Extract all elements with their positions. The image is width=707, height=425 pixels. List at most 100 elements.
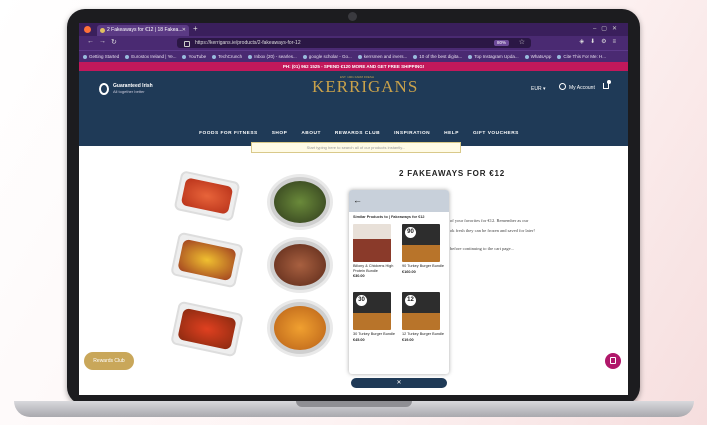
bookmark-item[interactable]: Eurostox Ireland | Ye... bbox=[125, 54, 176, 59]
product-name: 12 Turkey Burger Bundle bbox=[402, 332, 445, 336]
toolbar-icons[interactable]: ◈⬇⚙≡ bbox=[579, 38, 622, 45]
bookmark-item[interactable]: YouTube bbox=[182, 54, 206, 59]
bookmark-item[interactable]: Top Instagram Upda... bbox=[468, 54, 519, 59]
reload-icon[interactable]: ↻ bbox=[111, 38, 117, 46]
product-image[interactable] bbox=[353, 224, 391, 262]
menu-item[interactable]: FOODS FOR FITNESS bbox=[199, 131, 258, 136]
bookmark-label: Top Instagram Upda... bbox=[474, 54, 519, 59]
menu-item[interactable]: ABOUT bbox=[301, 131, 321, 136]
promo-banner: PH: (01) 962 1525 - SPEND €120 MORE AND … bbox=[79, 62, 628, 71]
similar-products-popup: ← Similar Products to | Fakeaways for €1… bbox=[349, 190, 449, 374]
bookmark-favicon-icon bbox=[212, 54, 217, 59]
product-price: €45.00 bbox=[353, 337, 365, 342]
back-arrow-icon[interactable]: ← bbox=[353, 195, 362, 205]
food-image-tray-3 bbox=[170, 300, 244, 358]
bookmark-favicon-icon bbox=[83, 54, 87, 59]
bookmark-favicon-icon bbox=[125, 54, 130, 59]
my-account-link[interactable]: My Account bbox=[569, 85, 595, 91]
bookmark-label: YouTube bbox=[188, 54, 207, 59]
product-card[interactable]: 90 90 Turkey Burger Bundle €160.00 bbox=[402, 224, 444, 274]
product-description-line: ok fresh they can be frozen and saved fo… bbox=[450, 228, 535, 233]
bookmark-item[interactable]: WhatsApp bbox=[524, 54, 552, 59]
screen: 2 Fakeaways for €12 | 18 Fakea... ✕ + –▢… bbox=[79, 23, 628, 395]
product-count-badge: 12 bbox=[405, 295, 416, 306]
tab-favicon-icon bbox=[100, 28, 105, 33]
product-image[interactable]: 90 bbox=[402, 224, 440, 262]
bookmark-item[interactable]: TechCrunch bbox=[212, 54, 242, 59]
tab-bar: 2 Fakeaways for €12 | 18 Fakea... ✕ + –▢… bbox=[79, 23, 628, 36]
product-card[interactable]: Billony & Chickens High Protein Bundle €… bbox=[353, 224, 395, 278]
bookmark-star-icon[interactable]: ☆ bbox=[519, 38, 525, 48]
product-count-badge: 90 bbox=[405, 227, 416, 238]
tab-title: 2 Fakeaways for €12 | 18 Fakea... bbox=[107, 27, 183, 33]
bookmark-item[interactable]: Getting Started bbox=[83, 54, 119, 59]
site-header: Guaranteed Irish All together better EST… bbox=[79, 71, 628, 153]
bookmark-item[interactable]: Inbox (20) - searles... bbox=[248, 54, 297, 59]
product-image[interactable]: 12 bbox=[402, 292, 440, 330]
product-image[interactable]: 30 bbox=[353, 292, 391, 330]
menu-item[interactable]: HELP bbox=[444, 131, 459, 136]
main-menu: FOODS FOR FITNESS SHOP ABOUT REWARDS CLUB IN… bbox=[179, 131, 539, 136]
bookmark-favicon-icon bbox=[413, 54, 418, 59]
food-image-tray-1 bbox=[173, 170, 241, 222]
tab-close-icon[interactable]: ✕ bbox=[182, 25, 186, 36]
bookmark-favicon-icon bbox=[557, 54, 562, 59]
browser-tab[interactable]: 2 Fakeaways for €12 | 18 Fakea... ✕ bbox=[97, 25, 189, 36]
rewards-club-button[interactable]: Rewards Club bbox=[84, 352, 134, 370]
bookmark-item[interactable]: Cite This For Me: H... bbox=[557, 54, 606, 59]
back-icon[interactable]: ← bbox=[87, 38, 94, 45]
product-name: Billony & Chickens High Protein Bundle bbox=[353, 264, 394, 273]
brand-logo[interactable]: KERRIGANS bbox=[312, 77, 417, 97]
user-icon[interactable] bbox=[559, 83, 566, 90]
product-price: €19.00 bbox=[402, 337, 414, 342]
bookmark-label: WhatsApp bbox=[530, 54, 552, 59]
guaranteed-irish-text: Guaranteed Irish All together better bbox=[113, 83, 153, 95]
product-description-line: of your favorites for €12. Remember as o… bbox=[450, 218, 529, 223]
search-input[interactable]: Start typing here to search all of our p… bbox=[251, 142, 461, 153]
product-name: 90 Turkey Burger Bundle bbox=[402, 264, 445, 268]
guaranteed-irish-logo-icon bbox=[99, 83, 109, 95]
bookmark-label: Getting Started bbox=[89, 54, 120, 59]
bookmark-label: TechCrunch bbox=[218, 54, 243, 59]
bookmark-item[interactable]: kerrsmen and irvers... bbox=[357, 54, 408, 59]
product-description-line: before continuing to the cart page... bbox=[450, 246, 514, 251]
bookmark-label: Eurostox Ireland | Ye... bbox=[131, 54, 177, 59]
similar-products-label: Similar Products to | Fakeaways for €12 bbox=[353, 215, 425, 219]
menu-item[interactable]: INSPIRATION bbox=[394, 131, 430, 136]
bookmark-label: 10 of the best digita... bbox=[419, 54, 463, 59]
bookmark-item[interactable]: google scholar - Go... bbox=[302, 54, 352, 59]
bookmark-label: kerrsmen and irvers... bbox=[363, 54, 408, 59]
food-image-bowl-1 bbox=[267, 174, 333, 230]
bookmark-label: google scholar - Go... bbox=[308, 54, 352, 59]
product-card[interactable]: 12 12 Turkey Burger Bundle €19.00 bbox=[402, 292, 444, 342]
bookmark-label: Cite This For Me: H... bbox=[563, 54, 607, 59]
menu-item[interactable]: REWARDS CLUB bbox=[335, 131, 380, 136]
menu-item[interactable]: GIFT VOUCHERS bbox=[473, 131, 519, 136]
food-image-bowl-2 bbox=[267, 237, 333, 293]
bookmark-label: Inbox (20) - searles... bbox=[254, 54, 297, 59]
chat-button[interactable] bbox=[605, 353, 621, 369]
forward-icon[interactable]: → bbox=[99, 38, 106, 45]
webcam bbox=[348, 12, 357, 21]
menu-item[interactable]: SHOP bbox=[272, 131, 288, 136]
laptop-lid: 2 Fakeaways for €12 | 18 Fakea... ✕ + –▢… bbox=[67, 9, 640, 405]
laptop-notch bbox=[296, 401, 412, 407]
zoom-badge[interactable]: 80% bbox=[493, 40, 509, 46]
bookmark-favicon-icon bbox=[182, 54, 187, 59]
product-price: €160.00 bbox=[402, 269, 416, 274]
new-tab-icon[interactable]: + bbox=[193, 24, 198, 33]
url-bar[interactable]: https://kerrigans.ie/products/2-fakeaway… bbox=[177, 38, 531, 48]
product-card[interactable]: 30 30 Turkey Burger Bundle €45.00 bbox=[353, 292, 395, 342]
chat-icon bbox=[610, 357, 616, 364]
bookmarks-bar: Getting Started Eurostox Ireland | Ye... Y… bbox=[79, 50, 628, 62]
url-text: https://kerrigans.ie/products/2-fakeaway… bbox=[195, 40, 301, 46]
firefox-icon bbox=[84, 26, 91, 33]
product-count-badge: 30 bbox=[356, 295, 367, 306]
bookmark-favicon-icon bbox=[468, 54, 473, 59]
gi-tagline: All together better bbox=[113, 89, 145, 94]
close-popup-button[interactable]: ✕ bbox=[351, 378, 447, 388]
product-title: 2 FAKEAWAYS FOR €12 bbox=[399, 169, 506, 178]
window-controls[interactable]: –▢✕ bbox=[593, 25, 622, 32]
bookmark-item[interactable]: 10 of the best digita... bbox=[413, 54, 462, 59]
currency-selector[interactable]: EUR ▾ bbox=[531, 86, 545, 92]
